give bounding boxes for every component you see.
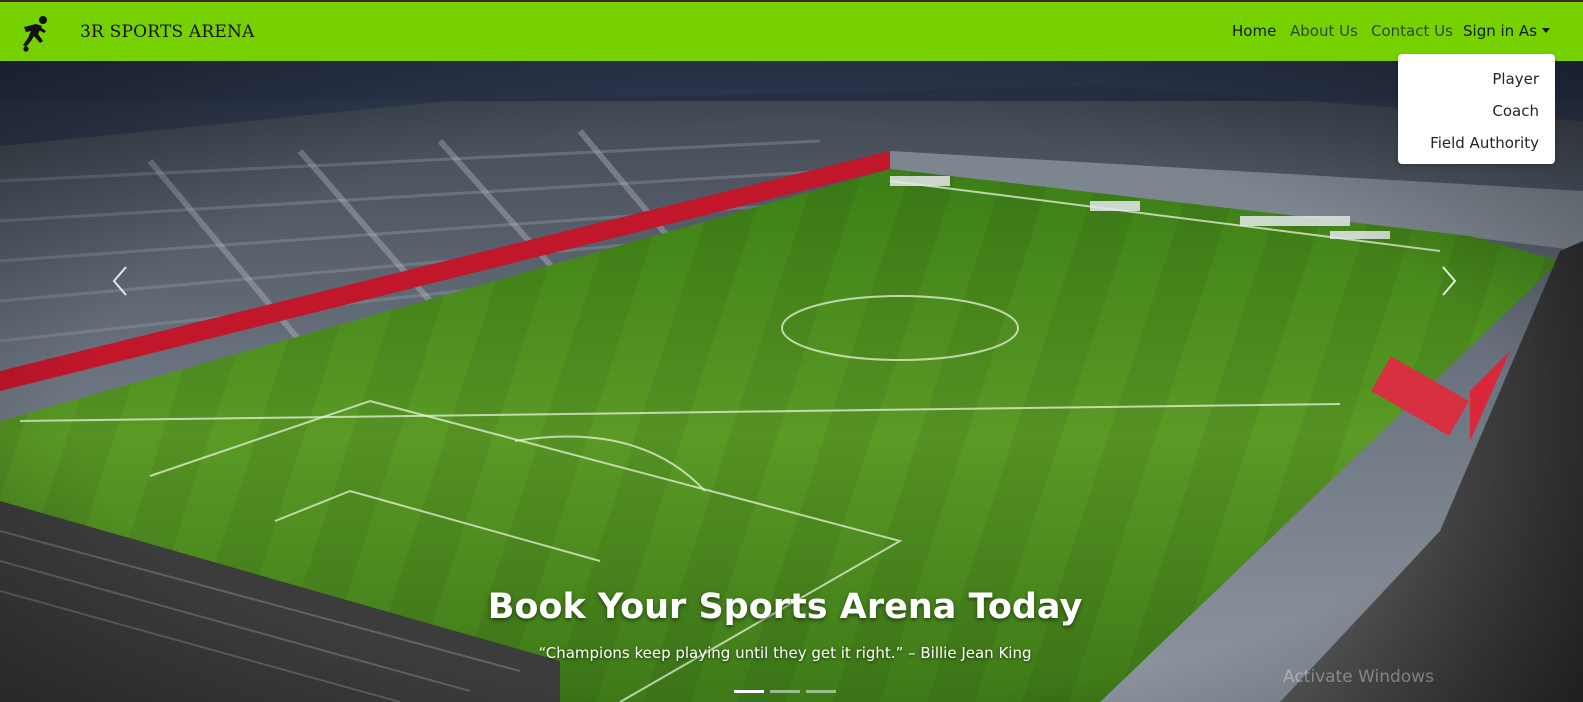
chevron-right-icon xyxy=(1442,266,1457,296)
brand-name[interactable]: 3R SPORTS ARENA xyxy=(80,22,255,42)
page: 3R SPORTS ARENA Home About Us Contact Us… xyxy=(0,0,1583,702)
sign-in-label: Sign in As xyxy=(1463,22,1538,40)
chevron-left-icon xyxy=(112,266,127,296)
carousel-prev-button[interactable] xyxy=(104,261,134,301)
carousel-title: Book Your Sports Arena Today xyxy=(487,587,1083,627)
dropdown-item-field-authority[interactable]: Field Authority xyxy=(1430,134,1539,152)
carousel-indicator-2[interactable] xyxy=(770,690,800,693)
nav-home-link[interactable]: Home xyxy=(1232,22,1276,40)
carousel-indicator-1[interactable] xyxy=(734,690,764,693)
carousel-quote: “Champions keep playing until they get i… xyxy=(538,644,1032,662)
hero-carousel: Book Your Sports Arena Today “Champions … xyxy=(0,61,1583,702)
dropdown-item-player[interactable]: Player xyxy=(1492,70,1539,88)
caret-down-icon xyxy=(1542,28,1551,33)
activate-windows-watermark: Activate Windows xyxy=(1283,667,1434,687)
dropdown-item-coach[interactable]: Coach xyxy=(1492,102,1539,120)
carousel-next-button[interactable] xyxy=(1435,261,1465,301)
soccer-player-icon[interactable] xyxy=(18,14,52,52)
sign-in-dropdown-menu: Player Coach Field Authority xyxy=(1398,54,1555,164)
carousel-indicator-3[interactable] xyxy=(806,690,836,693)
nav-contact-link[interactable]: Contact Us xyxy=(1371,22,1453,40)
nav-about-link[interactable]: About Us xyxy=(1290,22,1358,40)
sign-in-dropdown-toggle[interactable]: Sign in As xyxy=(1463,22,1551,40)
navbar: 3R SPORTS ARENA Home About Us Contact Us… xyxy=(0,2,1583,61)
